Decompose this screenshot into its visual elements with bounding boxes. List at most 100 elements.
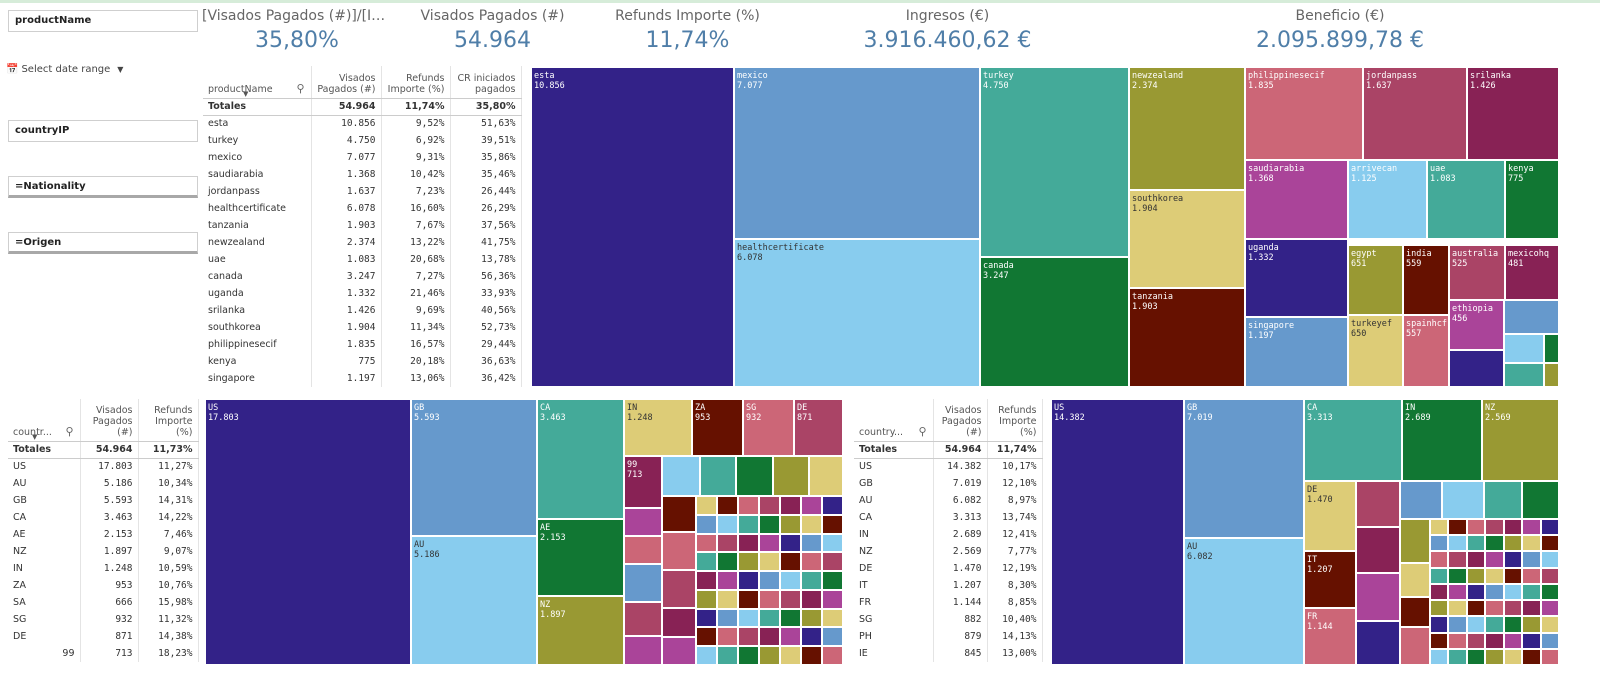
treemap-small-tile[interactable] (759, 627, 780, 647)
treemap-tile[interactable]: egypt 651 (1348, 245, 1403, 315)
table-row[interactable]: CA 3.463 14,22% (8, 509, 199, 526)
treemap-small-tile[interactable] (1503, 567, 1523, 584)
treemap-tile[interactable]: philippinesecif 1.835 (1245, 67, 1363, 160)
treemap-small-tile[interactable] (1466, 600, 1486, 617)
table-row[interactable]: kenya 775 20,18% 36,63% (203, 353, 522, 370)
treemap-small-tile[interactable] (1466, 583, 1486, 601)
treemap-small-tile[interactable] (801, 627, 822, 647)
treemap-tile[interactable]: CA 3.463 (537, 399, 624, 519)
treemap-small-tile[interactable] (696, 496, 717, 515)
treemap-small-tile[interactable] (738, 571, 759, 590)
treemap-small-tile[interactable] (801, 571, 822, 590)
treemap-tile[interactable]: GB 5.593 (411, 399, 537, 536)
treemap-small-tile[interactable] (1448, 583, 1467, 601)
treemap-small-tile[interactable] (1522, 519, 1541, 536)
country-ip-treemap[interactable]: US 17.803 GB 5.593 AU 5.186 CA 3.463 AE 2.153 NZ 1.… (205, 399, 843, 665)
treemap-tile-unlabeled[interactable] (1400, 481, 1442, 519)
treemap-small-tile[interactable] (1522, 583, 1541, 601)
treemap-small-tile[interactable] (1430, 551, 1449, 568)
treemap-small-tile[interactable] (822, 571, 843, 590)
treemap-tile-unlabeled[interactable] (1400, 597, 1430, 627)
treemap-small-tile[interactable] (696, 608, 717, 628)
treemap-small-tile[interactable] (1466, 616, 1486, 633)
treemap-tile[interactable]: kenya 775 (1505, 160, 1559, 239)
treemap-small-tile[interactable] (696, 533, 717, 553)
table-row[interactable]: ZA 953 10,76% (8, 577, 199, 594)
treemap-small-tiles[interactable] (696, 496, 843, 665)
treemap-tile-unlabeled[interactable] (1356, 621, 1400, 665)
filter-country-ip[interactable]: countryIP (8, 120, 198, 142)
treemap-tile[interactable]: mexicohq 481 (1505, 245, 1559, 300)
treemap-tile-unlabeled[interactable] (662, 532, 696, 570)
treemap-small-tile[interactable] (1540, 519, 1559, 536)
table-row[interactable]: GB 5.593 14,31% (8, 492, 199, 509)
treemap-small-tile[interactable] (1466, 632, 1486, 649)
treemap-tile[interactable]: newzealand 2.374 (1129, 67, 1245, 190)
table-row[interactable]: SG 882 10,40% (854, 611, 1043, 628)
treemap-tile[interactable]: turkeyef 650 (1348, 315, 1403, 387)
country-nationality-treemap[interactable]: US 14.382 GB 7.019 AU 6.082 CA 3.313 IN 2.689 NZ 2.… (1051, 399, 1559, 665)
treemap-small-tile[interactable] (717, 533, 738, 553)
treemap-tile-unlabeled[interactable] (1522, 481, 1559, 519)
search-icon[interactable]: ⚲ (65, 426, 73, 437)
column-header-visados[interactable]: Visados Pagados (#) (80, 399, 139, 442)
table-row[interactable]: US 14.382 10,17% (854, 458, 1043, 475)
treemap-small-tile[interactable] (1503, 535, 1523, 552)
table-row[interactable]: newzealand 2.374 13,22% 41,75% (203, 234, 522, 251)
treemap-small-tile[interactable] (1540, 648, 1559, 665)
table-row[interactable]: uganda 1.332 21,46% 33,93% (203, 285, 522, 302)
table-row[interactable]: SA 666 15,98% (8, 594, 199, 611)
column-header-country[interactable]: country... ⚲ (854, 399, 934, 442)
treemap-tile-unlabeled[interactable] (1400, 563, 1430, 597)
treemap-small-tile[interactable] (696, 552, 717, 572)
treemap-small-tile[interactable] (1466, 519, 1486, 536)
treemap-small-tile[interactable] (1522, 616, 1541, 633)
treemap-small-tile[interactable] (1485, 600, 1504, 617)
treemap-tile[interactable]: CA 3.313 (1304, 399, 1402, 481)
treemap-small-tile[interactable] (1522, 648, 1541, 665)
table-row[interactable]: srilanka 1.426 9,69% 40,56% (203, 302, 522, 319)
treemap-small-tiles[interactable] (1430, 519, 1559, 665)
treemap-small-tile[interactable] (801, 589, 822, 609)
treemap-small-tile[interactable] (780, 571, 801, 590)
treemap-tile-unlabeled[interactable] (1356, 527, 1400, 573)
treemap-small-tile[interactable] (822, 627, 843, 647)
treemap-small-tile[interactable] (780, 533, 801, 553)
treemap-small-tile[interactable] (1522, 551, 1541, 568)
treemap-small-tile[interactable] (1540, 551, 1559, 568)
treemap-tile[interactable]: GB 7.019 (1184, 399, 1304, 538)
treemap-small-tile[interactable] (738, 589, 759, 609)
treemap-tile-unlabeled[interactable] (662, 637, 696, 665)
treemap-small-tile[interactable] (822, 552, 843, 572)
table-row[interactable]: FR 1.144 8,85% (854, 594, 1043, 611)
table-row[interactable]: NZ 1.897 9,07% (8, 543, 199, 560)
table-row[interactable]: DE 1.470 12,19% (854, 560, 1043, 577)
table-row[interactable]: philippinesecif 1.835 16,57% 29,44% (203, 336, 522, 353)
search-icon[interactable]: ⚲ (918, 426, 926, 437)
treemap-tile-unlabeled[interactable] (700, 456, 736, 496)
table-row[interactable]: 99 713 18,23% (8, 645, 199, 662)
treemap-tile-unlabeled[interactable] (736, 456, 773, 496)
treemap-tile-unlabeled[interactable] (1484, 481, 1522, 519)
treemap-tile-unlabeled[interactable] (1504, 363, 1544, 387)
treemap-small-tile[interactable] (1540, 632, 1559, 649)
treemap-small-tile[interactable] (1448, 551, 1467, 568)
treemap-tile-unlabeled[interactable] (809, 456, 843, 496)
treemap-tile-unlabeled[interactable] (662, 570, 696, 608)
table-row[interactable]: healthcertificate 6.078 16,60% 26,29% (203, 200, 522, 217)
treemap-small-tile[interactable] (1485, 616, 1504, 633)
treemap-small-tile[interactable] (822, 514, 843, 534)
table-row[interactable]: esta 10.856 9,52% 51,63% (203, 115, 522, 132)
treemap-small-tile[interactable] (1448, 519, 1467, 536)
treemap-tile[interactable]: esta 10.856 (531, 67, 734, 387)
treemap-small-tile[interactable] (801, 514, 822, 534)
treemap-small-tile[interactable] (1485, 567, 1504, 584)
treemap-small-tile[interactable] (717, 608, 738, 628)
table-row[interactable]: CA 3.313 13,74% (854, 509, 1043, 526)
column-header-refunds[interactable]: Refunds Importe (%) (381, 66, 451, 99)
treemap-small-tile[interactable] (1503, 616, 1523, 633)
treemap-tile[interactable]: IN 2.689 (1402, 399, 1482, 481)
treemap-tile[interactable]: NZ 1.897 (537, 596, 624, 665)
treemap-small-tile[interactable] (1503, 519, 1523, 536)
table-row[interactable]: uae 1.083 20,68% 13,78% (203, 251, 522, 268)
